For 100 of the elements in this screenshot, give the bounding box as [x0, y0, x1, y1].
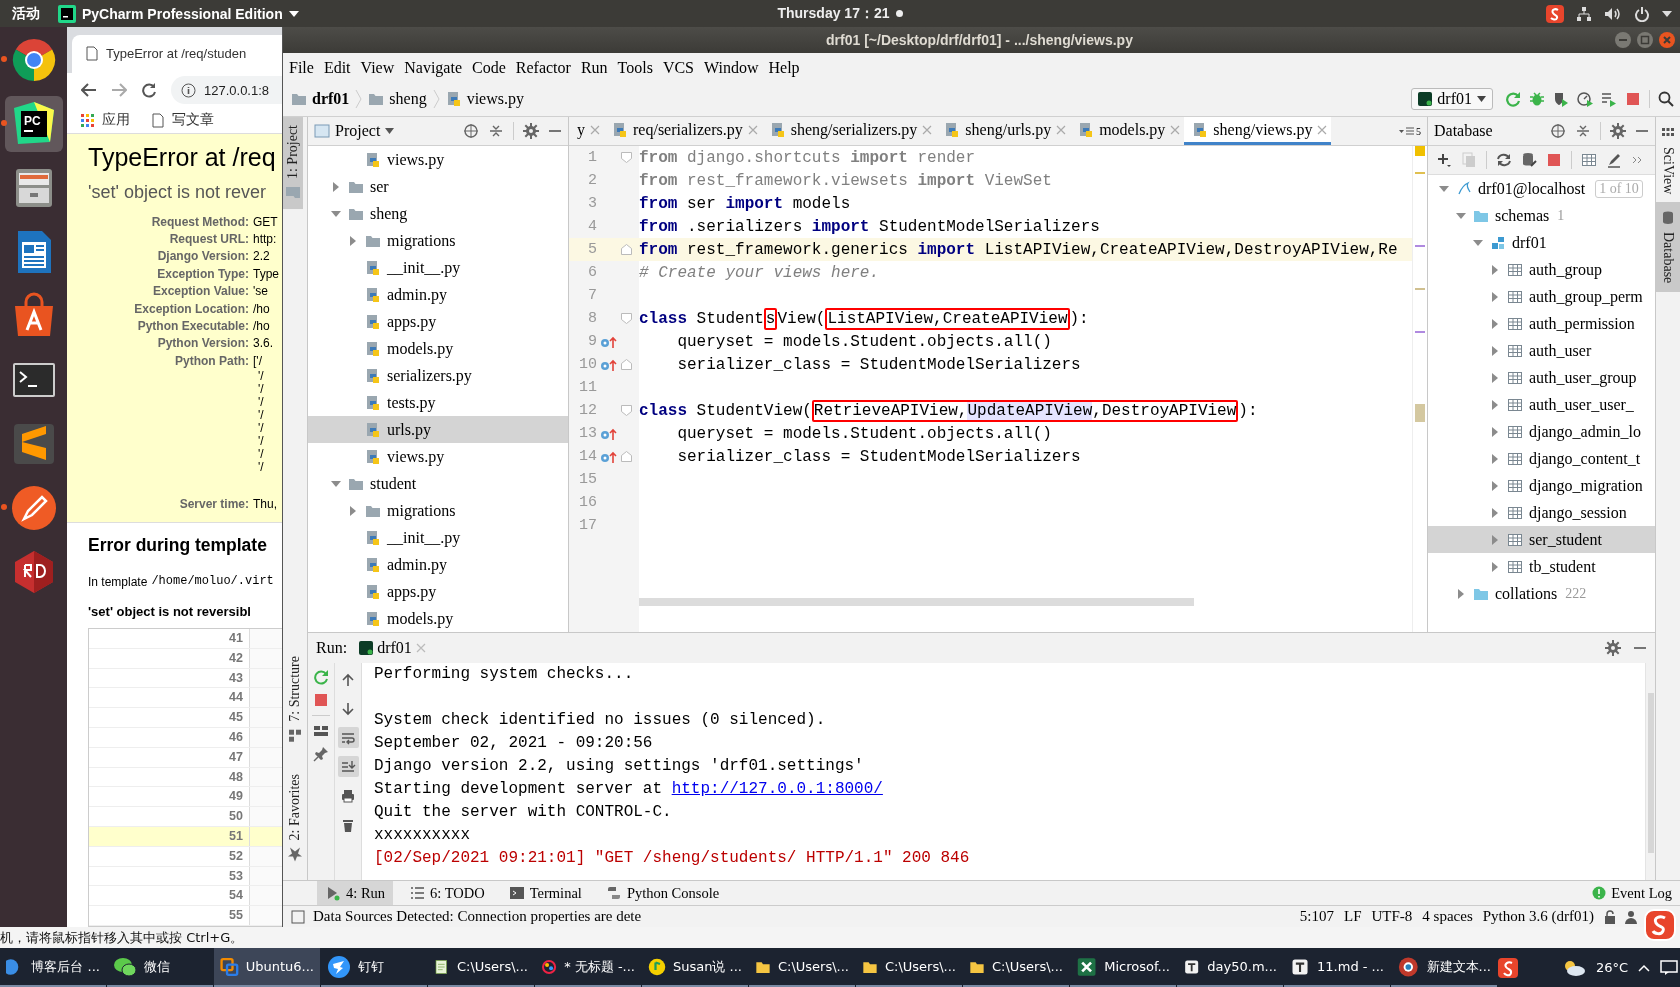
network-icon[interactable]: [1576, 5, 1592, 22]
taskbar-item[interactable]: C:\Users\...: [428, 948, 534, 987]
browser-tab[interactable]: TypeError at /req/studen: [72, 34, 282, 73]
gauge-icon[interactable]: [1577, 91, 1593, 107]
rerun-icon[interactable]: [1505, 91, 1521, 107]
tree-item[interactable]: tb_student: [1428, 553, 1655, 580]
close-icon[interactable]: [590, 124, 600, 135]
locate-icon[interactable]: [463, 123, 479, 139]
tree-item[interactable]: views.py: [308, 443, 568, 470]
locate-icon[interactable]: [1550, 123, 1566, 139]
tool-tab[interactable]: 4: Run: [317, 881, 394, 905]
override-marker-icon[interactable]: [600, 426, 618, 441]
menu-item[interactable]: Tools: [612, 58, 658, 77]
menu-item[interactable]: Run: [575, 58, 613, 77]
close-window-icon[interactable]: [1658, 31, 1676, 49]
scrollbar-thumb[interactable]: [1647, 693, 1654, 853]
close-icon[interactable]: [747, 124, 758, 135]
clock[interactable]: Thursday 17：21: [777, 4, 890, 23]
close-icon[interactable]: [1317, 124, 1328, 135]
stop-icon[interactable]: [314, 693, 328, 707]
run-list-icon[interactable]: [1601, 91, 1617, 107]
tool-window-button[interactable]: 7: Structure: [283, 647, 307, 752]
fold-icon[interactable]: [621, 313, 632, 324]
editor-tab[interactable]: models.py: [1070, 117, 1185, 145]
more-icon[interactable]: [1631, 154, 1643, 166]
rerun-icon[interactable]: [313, 669, 329, 685]
taskbar-item[interactable]: C:\Users\...: [963, 948, 1069, 987]
run-tab[interactable]: drf01: [359, 639, 426, 657]
tree-item[interactable]: auth_permission: [1428, 310, 1655, 337]
minimize-window-icon[interactable]: [1614, 31, 1632, 49]
tree-item[interactable]: models.py: [308, 335, 568, 362]
tree-item[interactable]: schemas 1: [1428, 202, 1655, 229]
override-marker-icon[interactable]: [600, 357, 618, 372]
tool-window-button[interactable]: SciView: [1656, 117, 1680, 203]
layout-icon[interactable]: [313, 724, 329, 738]
console-link[interactable]: http://127.0.0.1:8000/: [671, 780, 883, 798]
tree-item[interactable]: auth_user: [1428, 337, 1655, 364]
pin-icon[interactable]: [313, 746, 329, 762]
taskbar-item[interactable]: C:\Users\...: [856, 948, 962, 987]
editor-tab[interactable]: sheng/views.py: [1184, 117, 1332, 145]
close-icon[interactable]: [1056, 124, 1067, 135]
tool-tab[interactable]: 6: TODO: [401, 881, 493, 905]
weather-icon[interactable]: [1562, 958, 1586, 977]
bug-icon[interactable]: [1529, 91, 1545, 107]
run-config-dropdown[interactable]: drf01: [1411, 88, 1493, 110]
menu-item[interactable]: File: [284, 58, 319, 77]
add-icon[interactable]: [1436, 152, 1452, 168]
scrollbar-thumb[interactable]: [639, 598, 1194, 606]
menu-item[interactable]: View: [355, 58, 400, 77]
tool-window-button[interactable]: 1: Project: [283, 117, 303, 210]
taskbar-item[interactable]: day50.m...: [1177, 948, 1283, 987]
table-view-icon[interactable]: [1581, 152, 1597, 168]
tree-item[interactable]: django_session: [1428, 499, 1655, 526]
taskbar-item[interactable]: Susan说 ...: [642, 948, 748, 987]
status-field[interactable]: Python 3.6 (drf01): [1482, 908, 1594, 925]
breadcrumb[interactable]: drf01: [289, 90, 352, 108]
fold-icon[interactable]: [621, 405, 632, 416]
settings-icon[interactable]: [1610, 123, 1626, 139]
menu-item[interactable]: Window: [699, 58, 764, 77]
tree-item[interactable]: __init__.py: [308, 524, 568, 551]
fold-end-icon[interactable]: [621, 359, 632, 370]
tree-item[interactable]: django_content_t: [1428, 445, 1655, 472]
collapse-all-icon[interactable]: [488, 123, 504, 139]
tree-item[interactable]: collations 222: [1428, 580, 1655, 607]
tree-item[interactable]: sheng: [308, 200, 568, 227]
tree-item[interactable]: auth_user_group: [1428, 364, 1655, 391]
tool-tab[interactable]: Terminal: [500, 881, 590, 905]
fold-end-icon[interactable]: [621, 244, 632, 255]
editor-tab[interactable]: req/serializers.py: [604, 117, 762, 145]
editor-tab[interactable]: sheng/urls.py: [936, 117, 1071, 145]
taskbar-item[interactable]: Microsof...: [1070, 948, 1176, 987]
tree-item[interactable]: models.py: [308, 605, 568, 632]
taskbar-item[interactable]: 钉钉: [321, 948, 427, 987]
database-tools-icon[interactable]: [1521, 152, 1537, 168]
status-field[interactable]: 5:107: [1299, 908, 1334, 925]
view-dropdown[interactable]: Project: [314, 122, 395, 140]
menu-item[interactable]: Navigate: [399, 58, 467, 77]
menu-item[interactable]: Edit: [318, 58, 356, 77]
tree-item[interactable]: auth_group: [1428, 256, 1655, 283]
address-field[interactable]: 127.0.0.1:8: [171, 76, 282, 105]
tree-item[interactable]: drf01@localhost 1 of 10: [1428, 175, 1655, 202]
close-icon[interactable]: [1170, 124, 1181, 135]
tree-item[interactable]: ser: [308, 173, 568, 200]
menu-item[interactable]: Code: [467, 58, 511, 77]
tree-item[interactable]: apps.py: [308, 308, 568, 335]
taskbar-item[interactable]: Ubuntu6...: [214, 948, 320, 987]
panel-toggle-icon[interactable]: [291, 909, 305, 924]
taskbar-item[interactable]: 博客后台 ...: [0, 948, 106, 987]
tree-item[interactable]: auth_group_perm: [1428, 283, 1655, 310]
tree-item[interactable]: admin.py: [308, 281, 568, 308]
status-field[interactable]: 4 spaces: [1422, 908, 1473, 925]
status-field[interactable]: UTF-8: [1371, 908, 1413, 925]
tool-window-button[interactable]: Database: [1656, 202, 1680, 292]
event-log-button[interactable]: Event Log: [1584, 881, 1680, 905]
reload-icon[interactable]: [141, 82, 157, 99]
tree-item[interactable]: serializers.py: [308, 362, 568, 389]
forward-icon[interactable]: [111, 83, 127, 98]
tree-item[interactable]: django_admin_lo: [1428, 418, 1655, 445]
settings-icon[interactable]: [1605, 640, 1621, 656]
tree-item[interactable]: drf01: [1428, 229, 1655, 256]
